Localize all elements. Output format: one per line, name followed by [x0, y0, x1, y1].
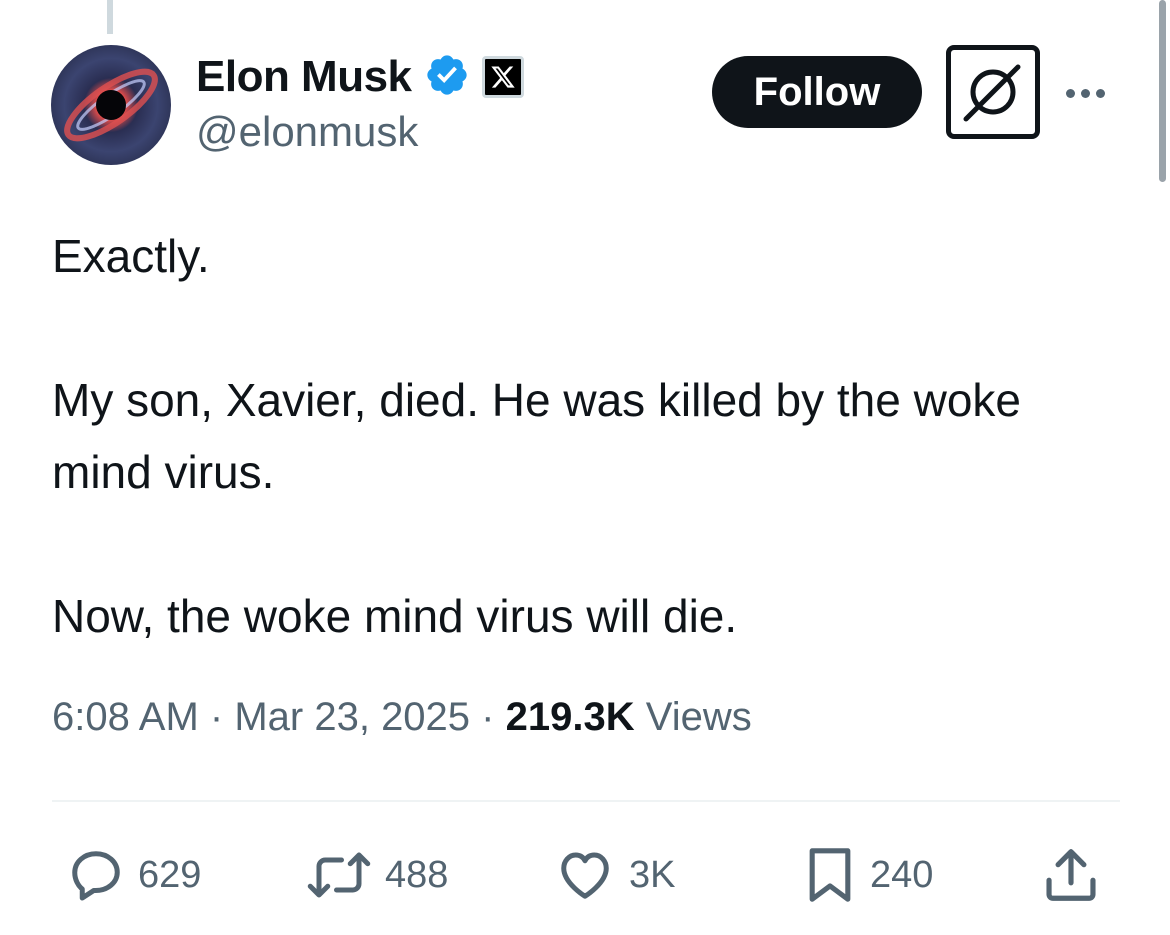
views-label: Views: [645, 695, 752, 739]
tweet-meta: 6:08 AM · Mar 23, 2025 · 219.3K Views: [52, 695, 752, 740]
heart-icon: [561, 852, 609, 899]
grok-icon: [963, 64, 1021, 122]
bookmark-icon: [809, 848, 851, 902]
thread-connector-line: [107, 0, 113, 34]
divider: [52, 800, 1120, 802]
tweet-date[interactable]: Mar 23, 2025: [234, 695, 470, 739]
avatar-blackhole-image: [64, 68, 158, 142]
bookmark-button[interactable]: 240: [802, 840, 933, 910]
verified-badge-icon: [424, 52, 470, 103]
bookmark-count: 240: [870, 853, 934, 896]
reply-button[interactable]: 629: [66, 840, 201, 910]
tweet-time[interactable]: 6:08 AM: [52, 695, 199, 739]
repost-icon: [307, 852, 371, 898]
reply-count: 629: [138, 853, 202, 896]
tweet-action-bar: 629 488 3K 240: [0, 840, 1170, 910]
x-logo-icon[interactable]: [481, 56, 524, 98]
repost-button[interactable]: 488: [305, 840, 448, 910]
more-options-icon[interactable]: [1066, 80, 1114, 106]
like-button[interactable]: 3K: [553, 840, 675, 910]
like-count: 3K: [629, 853, 676, 896]
views-count[interactable]: 219.3K: [506, 695, 635, 739]
meta-separator: ·: [481, 695, 495, 739]
tweet-paragraph: Exactly.: [52, 230, 210, 282]
follow-button[interactable]: Follow: [712, 56, 922, 128]
share-icon: [1046, 849, 1096, 901]
tweet-paragraph: My son, Xavier, died. He was killed by t…: [52, 374, 1022, 498]
author-handle[interactable]: @elonmusk: [196, 108, 418, 156]
reply-icon: [72, 851, 120, 901]
tweet-paragraph: Now, the woke mind virus will die.: [52, 590, 738, 642]
author-name-row: Elon Musk: [196, 52, 524, 102]
grok-button[interactable]: [946, 45, 1040, 139]
avatar[interactable]: [51, 45, 171, 165]
repost-count: 488: [385, 853, 449, 896]
meta-separator: ·: [209, 695, 224, 739]
share-button[interactable]: [1040, 840, 1102, 910]
author-display-name[interactable]: Elon Musk: [196, 52, 412, 102]
scrollbar[interactable]: [1159, 0, 1166, 182]
